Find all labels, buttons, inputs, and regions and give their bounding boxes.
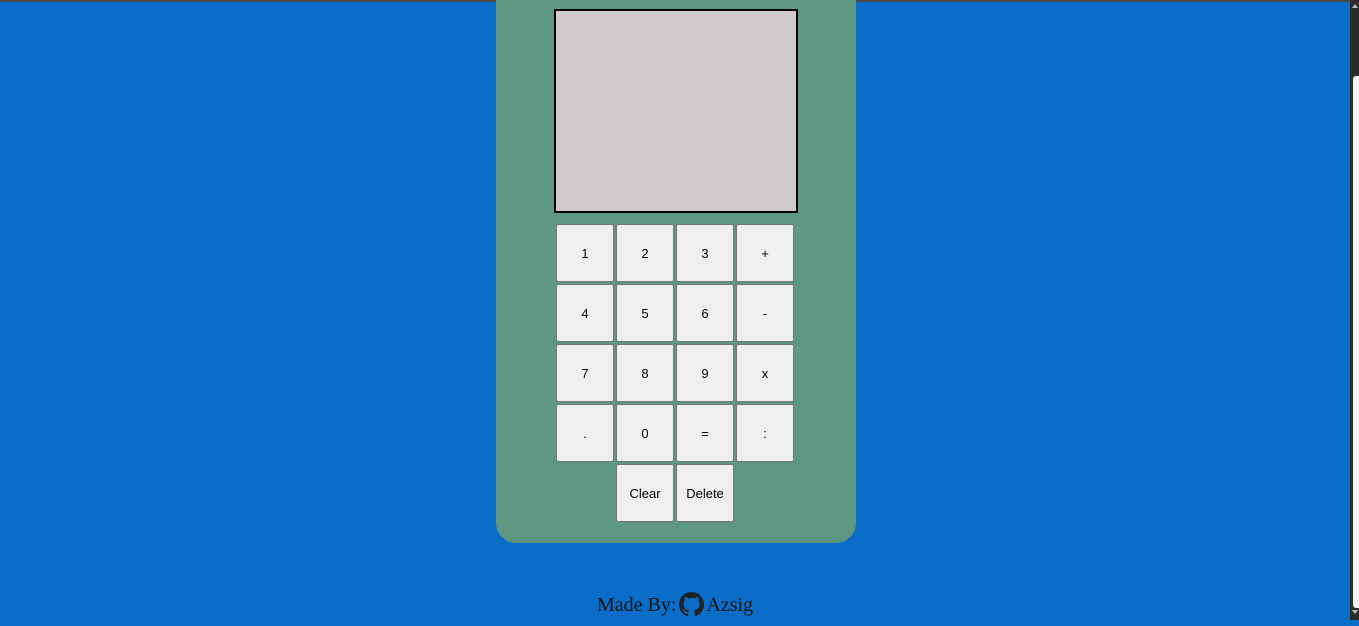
key-minus[interactable]: -: [736, 284, 794, 342]
key-equals[interactable]: =: [676, 404, 734, 462]
calculator-display: [554, 9, 798, 213]
key-9[interactable]: 9: [676, 344, 734, 402]
key-3[interactable]: 3: [676, 224, 734, 282]
key-decimal[interactable]: .: [556, 404, 614, 462]
key-7[interactable]: 7: [556, 344, 614, 402]
scroll-up-arrow-icon[interactable]: [1352, 4, 1358, 8]
footer-prefix: Made By:: [596, 594, 677, 616]
key-5[interactable]: 5: [616, 284, 674, 342]
key-0[interactable]: 0: [616, 404, 674, 462]
key-2[interactable]: 2: [616, 224, 674, 282]
scrollbar-thumb[interactable]: [1353, 76, 1359, 608]
delete-button[interactable]: Delete: [676, 464, 734, 522]
footer-credit: Made By: Azsig: [0, 590, 1350, 620]
key-8[interactable]: 8: [616, 344, 674, 402]
key-multiply[interactable]: x: [736, 344, 794, 402]
scroll-down-arrow-icon[interactable]: [1352, 610, 1358, 614]
key-plus[interactable]: +: [736, 224, 794, 282]
key-6[interactable]: 6: [676, 284, 734, 342]
clear-button[interactable]: Clear: [616, 464, 674, 522]
key-1[interactable]: 1: [556, 224, 614, 282]
key-4[interactable]: 4: [556, 284, 614, 342]
github-icon[interactable]: [679, 592, 705, 617]
key-divide[interactable]: :: [736, 404, 794, 462]
author-link[interactable]: Azsig: [706, 594, 753, 616]
